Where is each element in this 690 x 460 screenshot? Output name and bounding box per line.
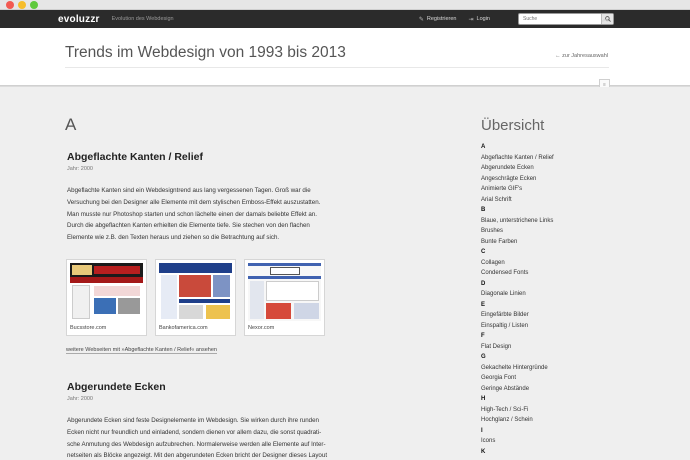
text-line: Abgeflachte Kanten sind ein Webdesigntre…: [67, 187, 311, 194]
website-screenshot: [248, 263, 321, 321]
entry-description: Abgeflachte Kanten sind ein Webdesigntre…: [67, 185, 387, 244]
overview-item[interactable]: Geringe Abstände: [481, 384, 621, 395]
overview-item[interactable]: Gekachelte Hintergründe: [481, 363, 621, 374]
website-screenshot: [70, 263, 143, 321]
text-line: Abgerundete Ecken sind feste Designeleme…: [67, 417, 319, 424]
entry-title: Abgerundete Ecken: [67, 381, 166, 393]
top-nav-bar: evoluzzr Evolution des Webdesign ✎ Regis…: [0, 10, 690, 28]
main-content: A Abgeflachte Kanten / Relief Jahr: 2000…: [0, 87, 690, 460]
overview-item[interactable]: Animierte GIF's: [481, 184, 621, 195]
login-label: Login: [476, 16, 490, 22]
overview-item[interactable]: Hochglanz / Schein: [481, 415, 621, 426]
overview-item[interactable]: Eingefärbte Bilder: [481, 310, 621, 321]
overview-item[interactable]: Blaue, unterstrichene Links: [481, 216, 621, 227]
overview-letter-heading: C: [481, 249, 486, 255]
text-line: sche Anmutung des Webdesign aufzubrechen…: [67, 440, 326, 448]
overview-letter-heading: E: [481, 301, 486, 308]
overview-letter-heading: D: [481, 280, 486, 287]
window-close-dot[interactable]: [6, 1, 14, 9]
overview-letter-heading: G: [481, 354, 486, 360]
register-label: Registrieren: [426, 16, 457, 22]
scroll-top-button[interactable]: ︽: [600, 13, 610, 25]
entry-description: Abgerundete Ecken sind feste Designeleme…: [67, 415, 387, 460]
overview-letter-heading: H: [481, 396, 486, 402]
overview-item[interactable]: Brushes: [481, 226, 621, 237]
overview-item[interactable]: Condensed Fonts: [481, 268, 621, 279]
page-header: Trends im Webdesign von 1993 bis 2013 ← …: [0, 28, 690, 90]
login-icon: ⇥: [468, 16, 474, 23]
overview-item[interactable]: Abgeflachte Kanten / Relief: [481, 153, 621, 164]
site-tagline: Evolution des Webdesign: [111, 16, 174, 22]
overview-item[interactable]: Einspaltig / Listen: [481, 321, 621, 332]
website-screenshot: [159, 263, 232, 321]
text-line: Elemente wie z.B. den Texten heraus und …: [67, 234, 280, 242]
text-line: netseiten als Blöcke angezeigt. Mit den …: [67, 452, 328, 460]
overview-item[interactable]: Icons: [481, 436, 621, 447]
thumbnail-card[interactable]: Nexor.com: [244, 259, 325, 336]
window-maximize-dot[interactable]: [30, 1, 38, 9]
text-line: Ecken nicht nur freundlich und einladend…: [67, 428, 322, 436]
section-letter: A: [65, 115, 77, 134]
more-websites-link[interactable]: weitere Webseiten mit »Abgeflachte Kante…: [66, 347, 217, 354]
search-input[interactable]: [519, 16, 599, 22]
overview-item[interactable]: Flat Design: [481, 342, 621, 353]
login-link[interactable]: ⇥ Login: [469, 16, 491, 23]
edit-icon: ✎: [418, 16, 424, 23]
thumbnail-caption: Nexor.com: [248, 325, 275, 331]
overview-item[interactable]: Arial Schrift: [481, 195, 621, 206]
thumbnail-caption: Bankofamerica.com: [159, 325, 208, 331]
overview-letter-heading: A: [481, 144, 486, 150]
thumbnail-card[interactable]: Bankofamerica.com: [155, 259, 236, 336]
page-title: Trends im Webdesign von 1993 bis 2013: [65, 44, 346, 61]
overview-item[interactable]: Bunte Farben: [481, 237, 621, 248]
double-chevron-up-icon: ︽: [601, 16, 609, 23]
text-line: Durch die abgeflachten Kanten erhielten …: [67, 222, 310, 230]
site-logo[interactable]: evoluzzr: [58, 14, 100, 25]
entry-year: Jahr: 2000: [67, 396, 93, 402]
overview-item[interactable]: Abgerundete Ecken: [481, 163, 621, 174]
text-line: Man musste nur Photoshop starten und sch…: [67, 210, 317, 218]
thumbnail-card[interactable]: Bucsstore.com: [66, 259, 147, 336]
overview-item[interactable]: Georgia Font: [481, 373, 621, 384]
year-selection-link[interactable]: ← zur Jahresauswahl: [555, 53, 608, 59]
overview-title: Übersicht: [481, 117, 545, 134]
overview-letter-heading: I: [481, 427, 483, 434]
window-minimize-dot[interactable]: [18, 1, 26, 9]
overview-item[interactable]: High-Tech / Sci-Fi: [481, 405, 621, 416]
overview-item[interactable]: Diagonale Linien: [481, 289, 621, 300]
entry-title: Abgeflachte Kanten / Relief: [67, 151, 203, 163]
entry-year: Jahr: 2000: [67, 166, 93, 172]
overview-letter-heading: F: [481, 333, 485, 339]
overview-item[interactable]: Angeschrägte Ecken: [481, 174, 621, 185]
overview-item[interactable]: Collagen: [481, 258, 621, 269]
browser-chrome: [0, 0, 690, 10]
header-divider: [65, 67, 609, 68]
register-link[interactable]: ✎ Registrieren: [419, 16, 457, 23]
overview-list: A Abgeflachte Kanten / Relief Abgerundete …: [481, 142, 621, 457]
example-thumbnails: Bucsstore.com Bankofamerica.com Nexor.co…: [66, 259, 333, 336]
thumbnail-caption: Bucsstore.com: [70, 325, 107, 331]
overview-letter-heading: K: [481, 448, 486, 455]
text-line: Versuchung bei den Designer alle Element…: [67, 198, 321, 206]
overview-letter-heading: B: [481, 207, 486, 213]
